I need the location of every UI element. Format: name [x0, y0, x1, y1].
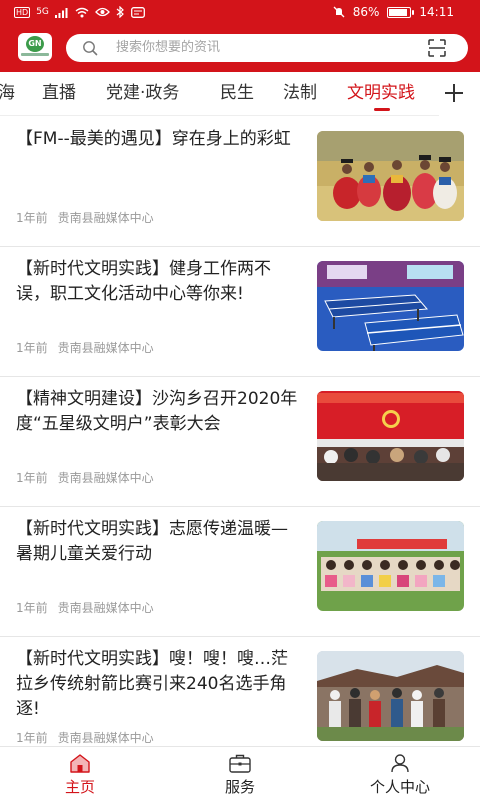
article-title: 【新时代文明实践】健身工作两不误，职工文化活动中心等你来! [16, 259, 271, 304]
bluetooth-icon [116, 6, 124, 18]
article-meta: 1年前 贵南县融媒体中心 [16, 729, 154, 746]
nav-home[interactable]: 主页 [0, 747, 160, 800]
tab-hai[interactable]: 海 [0, 82, 15, 104]
thumbnail-archery-contest [317, 651, 464, 741]
nav-services[interactable]: 服务 [160, 747, 320, 800]
logo-caption [21, 53, 49, 56]
article-source: 贵南县融媒体中心 [57, 341, 154, 355]
app-header: HD 5G 86% 14:11 GN 搜索你想要的资讯 [0, 0, 480, 72]
article-title: 【新时代文明实践】嗖！嗖！嗖…茫拉乡传统射箭比赛引来240名选手角逐! [16, 649, 288, 719]
active-tab-indicator [374, 108, 390, 111]
article-time: 1年前 [16, 471, 48, 485]
clock: 14:11 [419, 5, 454, 19]
article-thumbnail [317, 131, 464, 221]
scan-icon[interactable] [428, 39, 446, 57]
thumbnail-children-care [317, 521, 464, 611]
article-meta: 1年前 贵南县融媒体中心 [16, 469, 154, 486]
article-thumbnail [317, 651, 464, 741]
network-label: 5G [36, 7, 49, 17]
hd-badge: HD [14, 6, 31, 18]
article-thumbnail [317, 391, 464, 481]
app-logo[interactable]: GN [18, 33, 52, 61]
thumbnail-award-meeting [317, 391, 464, 481]
article-time: 1年前 [16, 731, 48, 745]
article-time: 1年前 [16, 601, 48, 615]
nav-profile[interactable]: 个人中心 [320, 747, 480, 800]
nav-label: 服务 [224, 778, 255, 796]
tab-live[interactable]: 直播 [42, 82, 76, 104]
list-item[interactable]: 【新时代文明实践】健身工作两不误，职工文化活动中心等你来! 1年前 贵南县融媒体中… [0, 247, 480, 377]
article-time: 1年前 [16, 211, 48, 225]
person-icon [391, 754, 409, 773]
add-channel-button[interactable] [439, 72, 480, 116]
battery-percent: 86% [352, 5, 380, 19]
list-item[interactable]: 【FM--最美的遇见】穿在身上的彩虹 1年前 贵南县融媒体中心 [0, 117, 480, 247]
thumbnail-table-tennis [317, 261, 464, 351]
thumbnail-costume-dancers [317, 131, 464, 221]
article-list: 【FM--最美的遇见】穿在身上的彩虹 1年前 贵南县融媒体中心 【新时代文明实践】… [0, 117, 480, 747]
nav-label: 主页 [64, 778, 95, 796]
article-time: 1年前 [16, 341, 48, 355]
article-thumbnail [317, 261, 464, 351]
battery-level [389, 8, 407, 16]
article-source: 贵南县融媒体中心 [57, 601, 154, 615]
search-icon [83, 41, 98, 56]
list-item[interactable]: 【新时代文明实践】嗖！嗖！嗖…茫拉乡传统射箭比赛引来240名选手角逐! 1年前贵… [0, 637, 480, 747]
article-meta: 1年前 贵南县融媒体中心 [16, 209, 154, 226]
search-bar[interactable]: 搜索你想要的资讯 [66, 34, 468, 62]
signal-icon [54, 7, 68, 18]
article-meta: 1年前 贵南县融媒体中心 [16, 599, 154, 616]
status-bar: HD 5G 86% 14:11 [0, 0, 480, 26]
logo-mark: GN [26, 36, 44, 52]
article-source: 贵南县融媒体中心 [57, 731, 154, 745]
wifi-icon [75, 7, 89, 17]
message-icon [130, 6, 145, 18]
article-source: 贵南县融媒体中心 [57, 211, 154, 225]
category-tabs: 海 直播 党建·政务 民生 法制 文明实践 [0, 72, 480, 116]
list-item[interactable]: 【新时代文明实践】志愿传递温暖—暑期儿童关爱行动 1年前 贵南县融媒体中心 [0, 507, 480, 637]
tab-civilization-practice[interactable]: 文明实践 [347, 82, 415, 104]
article-thumbnail [317, 521, 464, 611]
battery-icon [387, 6, 415, 18]
nav-label: 个人中心 [369, 778, 430, 796]
tab-legal[interactable]: 法制 [283, 82, 317, 104]
tab-livelihood[interactable]: 民生 [220, 82, 254, 104]
search-placeholder: 搜索你想要的资讯 [116, 40, 221, 55]
article-title: 【新时代文明实践】志愿传递温暖—暑期儿童关爱行动 [16, 519, 288, 564]
bottom-navigation: 主页 服务 个人中心 [0, 746, 480, 800]
plus-icon-vertical [453, 84, 455, 102]
article-meta: 1年前 贵南县融媒体中心 [16, 339, 154, 356]
briefcase-icon [229, 754, 251, 773]
home-icon [70, 754, 90, 773]
eye-icon [95, 7, 110, 17]
article-source: 贵南县融媒体中心 [57, 471, 154, 485]
article-title: 【FM--最美的遇见】穿在身上的彩虹 [16, 129, 291, 149]
mute-icon [333, 6, 345, 18]
tab-party-government[interactable]: 党建·政务 [106, 82, 179, 104]
article-title: 【精神文明建设】沙沟乡召开2020年度“五星级文明户”表彰大会 [16, 389, 298, 434]
list-item[interactable]: 【精神文明建设】沙沟乡召开2020年度“五星级文明户”表彰大会 1年前 贵南县融媒… [0, 377, 480, 507]
